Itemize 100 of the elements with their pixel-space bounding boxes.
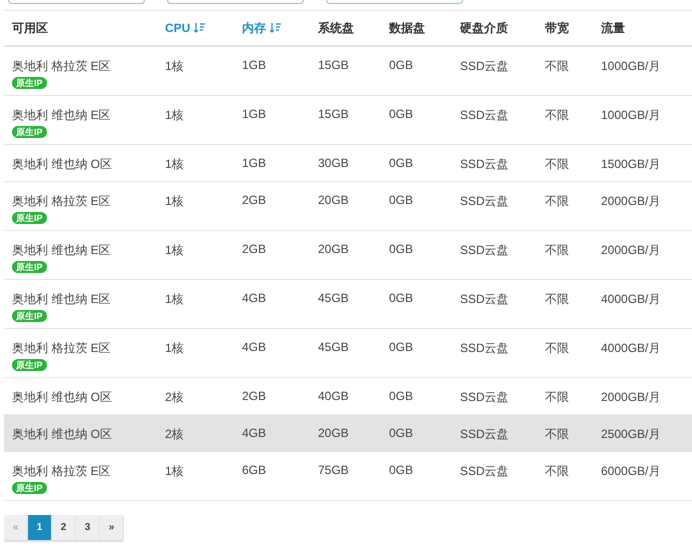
native-ip-badge: 原生IP: [12, 212, 47, 224]
table-cell: 0GB: [389, 389, 414, 403]
filter-field[interactable]: [326, 0, 463, 4]
table-cell: 6GB: [242, 463, 266, 477]
table-cell: 1核: [165, 291, 184, 308]
zone-cell: 奥地利 格拉茨 E区: [12, 463, 111, 480]
native-ip-badge: 原生IP: [12, 77, 47, 89]
table-cell: 2核: [165, 389, 184, 406]
table-cell: 不限: [545, 242, 569, 259]
zone-cell: 奥地利 维也纳 E区: [12, 107, 111, 124]
table-cell: 2GB: [242, 242, 266, 256]
table-cell: 1核: [165, 58, 184, 75]
table-cell: 2000GB/月: [601, 193, 660, 210]
table-cell: 6000GB/月: [601, 463, 660, 480]
table-cell: 40GB: [318, 389, 349, 403]
table-cell: 2GB: [242, 389, 266, 403]
table-cell: 0GB: [389, 291, 414, 305]
table-cell: 45GB: [318, 340, 349, 354]
page-button[interactable]: »: [100, 515, 124, 540]
filter-field[interactable]: [8, 0, 145, 4]
filter-field[interactable]: [167, 0, 304, 4]
table-cell: 15GB: [318, 58, 349, 72]
table-cell: 4GB: [242, 426, 266, 440]
table-cell: 1GB: [242, 107, 266, 121]
sort-icon: [194, 23, 206, 33]
zone-cell: 奥地利 维也纳 O区: [12, 156, 112, 173]
table-cell: SSD云盘: [460, 291, 509, 308]
table-cell: 1核: [165, 156, 184, 173]
native-ip-badge: 原生IP: [12, 310, 47, 322]
sortable-column-header[interactable]: CPU: [165, 21, 190, 35]
table-cell: 1000GB/月: [601, 107, 660, 124]
table-cell: 4GB: [242, 291, 266, 305]
table-cell: 1GB: [242, 58, 266, 72]
table-cell: 2000GB/月: [601, 242, 660, 259]
table-cell: 2GB: [242, 193, 266, 207]
native-ip-badge: 原生IP: [12, 482, 47, 494]
table-cell: 20GB: [318, 193, 349, 207]
table-cell: 1核: [165, 242, 184, 259]
table-cell: 不限: [545, 389, 569, 406]
column-header: 可用区: [12, 20, 48, 36]
native-ip-badge: 原生IP: [12, 261, 47, 273]
table-cell: 1500GB/月: [601, 156, 660, 173]
table-cell: 20GB: [318, 426, 349, 440]
zone-cell: 奥地利 格拉茨 E区: [12, 340, 111, 357]
table-cell: 0GB: [389, 463, 414, 477]
table-cell: 1核: [165, 340, 184, 357]
table-cell: 1核: [165, 193, 184, 210]
column-header: 系统盘: [318, 20, 354, 36]
table-cell: SSD云盘: [460, 340, 509, 357]
table-cell: 0GB: [389, 193, 414, 207]
table-cell: 不限: [545, 193, 569, 210]
column-header: 数据盘: [389, 20, 425, 36]
table-cell: 不限: [545, 340, 569, 357]
page-button[interactable]: 1: [28, 515, 52, 540]
table-cell: 2核: [165, 426, 184, 443]
table-cell: SSD云盘: [460, 193, 509, 210]
table-cell: 0GB: [389, 58, 414, 72]
table-cell: 0GB: [389, 340, 414, 354]
table-cell: SSD云盘: [460, 463, 509, 480]
native-ip-badge: 原生IP: [12, 359, 47, 371]
table-cell: 不限: [545, 426, 569, 443]
table-cell: 不限: [545, 156, 569, 173]
table-cell: 2000GB/月: [601, 389, 660, 406]
table-cell: 30GB: [318, 156, 349, 170]
table-cell: SSD云盘: [460, 242, 509, 259]
table-cell: 1核: [165, 463, 184, 480]
table-cell: 不限: [545, 58, 569, 75]
zone-cell: 奥地利 维也纳 E区: [12, 242, 111, 259]
table-cell: SSD云盘: [460, 426, 509, 443]
zone-cell: 奥地利 格拉茨 E区: [12, 58, 111, 75]
page-button[interactable]: 3: [76, 515, 100, 540]
table-cell: 45GB: [318, 291, 349, 305]
sortable-column-header[interactable]: 内存: [242, 20, 266, 36]
zone-cell: 奥地利 维也纳 O区: [12, 426, 112, 443]
table-cell: 0GB: [389, 107, 414, 121]
table-cell: 4GB: [242, 340, 266, 354]
column-header: 流量: [601, 20, 625, 36]
zone-cell: 奥地利 维也纳 O区: [12, 389, 112, 406]
table-cell: 0GB: [389, 426, 414, 440]
sort-icon: [270, 23, 281, 33]
table-cell: 4000GB/月: [601, 340, 660, 357]
table-cell: 4000GB/月: [601, 291, 660, 308]
page-button[interactable]: 2: [52, 515, 76, 540]
table-cell: 20GB: [318, 242, 349, 256]
table-cell: 0GB: [389, 242, 414, 256]
table-cell: 不限: [545, 107, 569, 124]
zone-cell: 奥地利 格拉茨 E区: [12, 193, 111, 210]
table-cell: 2500GB/月: [601, 426, 660, 443]
table-cell: 不限: [545, 463, 569, 480]
table-cell: 75GB: [318, 463, 349, 477]
table-cell: 1GB: [242, 156, 266, 170]
native-ip-badge: 原生IP: [12, 126, 47, 138]
table-cell: SSD云盘: [460, 107, 509, 124]
table-cell: 不限: [545, 291, 569, 308]
table-cell: SSD云盘: [460, 389, 509, 406]
table-cell: 0GB: [389, 156, 414, 170]
zone-cell: 奥地利 维也纳 E区: [12, 291, 111, 308]
table-cell: 1核: [165, 107, 184, 124]
table-cell: SSD云盘: [460, 58, 509, 75]
column-header: 硬盘介质: [460, 20, 508, 36]
